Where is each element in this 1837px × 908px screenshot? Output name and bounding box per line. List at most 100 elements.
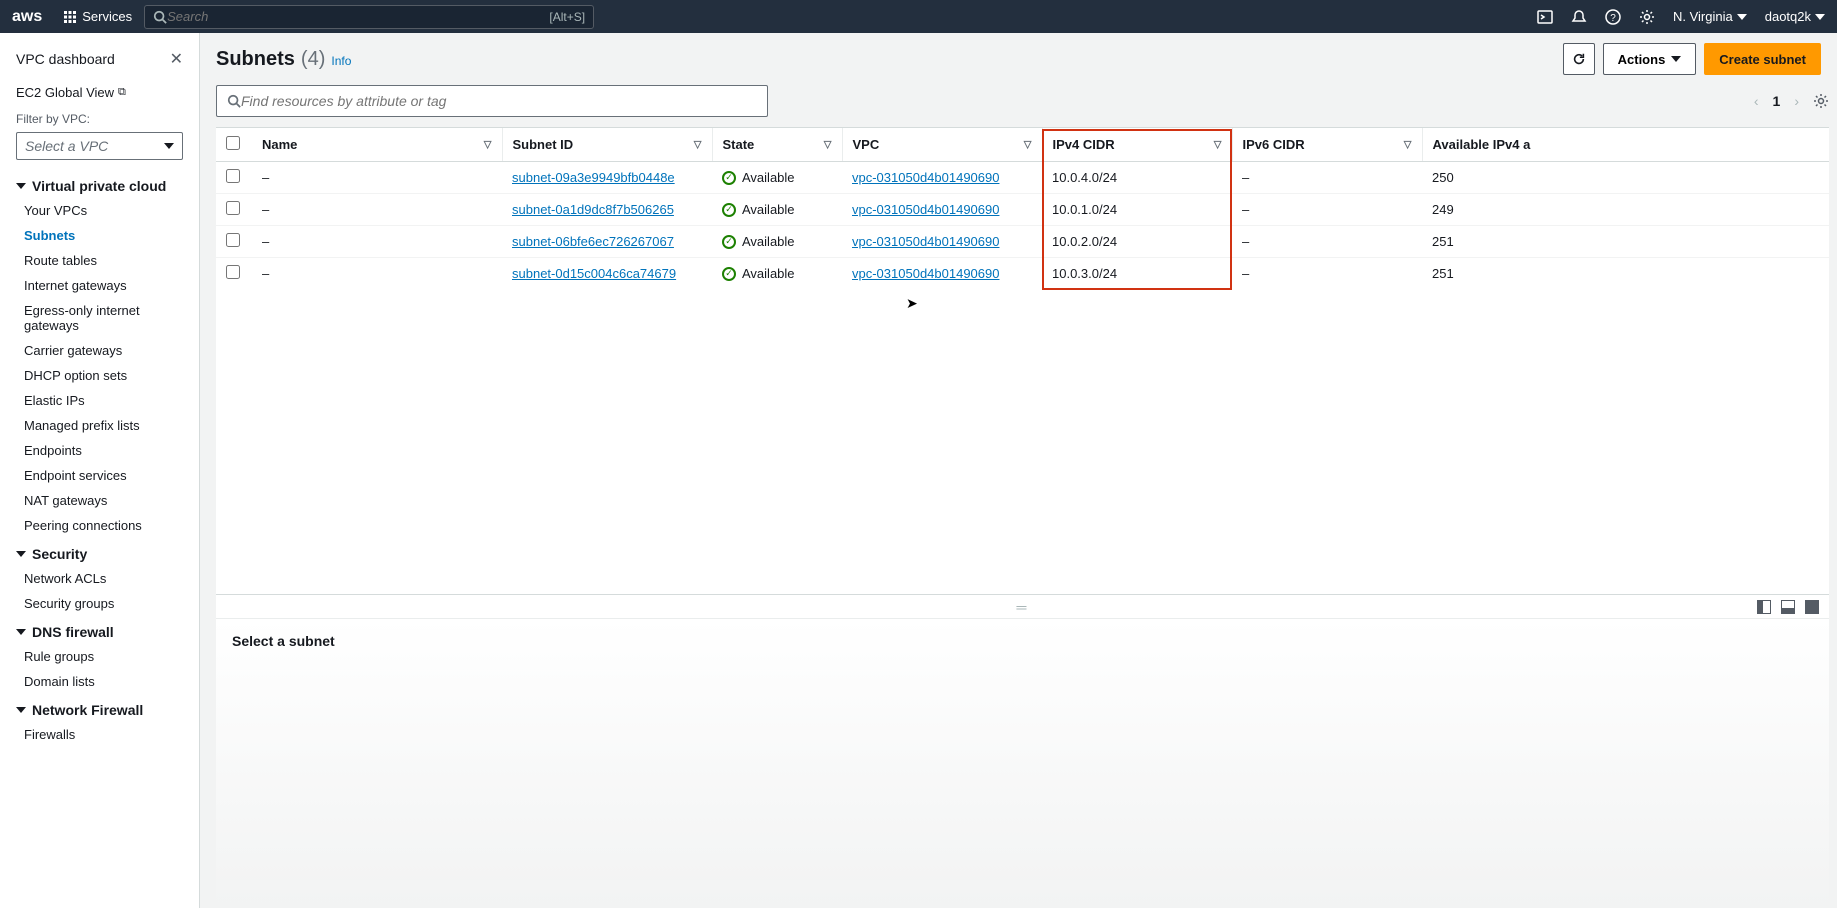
sidebar-item-managed-prefix-lists[interactable]: Managed prefix lists xyxy=(0,413,199,438)
sidebar-item-domain-lists[interactable]: Domain lists xyxy=(0,669,199,694)
col-subnet-id[interactable]: Subnet ID▽ xyxy=(502,128,712,162)
help-icon[interactable]: ? xyxy=(1605,9,1621,25)
search-input[interactable] xyxy=(167,9,549,24)
table-row[interactable]: –subnet-06bfe6ec726267067Availablevpc-03… xyxy=(216,226,1829,258)
sidebar-item-internet-gateways[interactable]: Internet gateways xyxy=(0,273,199,298)
vpc-link[interactable]: vpc-031050d4b01490690 xyxy=(852,202,999,217)
page-number: 1 xyxy=(1773,93,1781,109)
table-row[interactable]: –subnet-0a1d9dc8f7b506265Availablevpc-03… xyxy=(216,194,1829,226)
region-selector[interactable]: N. Virginia xyxy=(1673,9,1747,24)
actions-button[interactable]: Actions xyxy=(1603,43,1697,75)
filter-input-wrap[interactable] xyxy=(216,85,768,117)
sidebar-item-endpoint-services[interactable]: Endpoint services xyxy=(0,463,199,488)
select-all-checkbox[interactable] xyxy=(226,136,240,150)
sort-icon[interactable]: ▽ xyxy=(824,139,832,150)
table-row[interactable]: –subnet-09a3e9949bfb0448eAvailablevpc-03… xyxy=(216,162,1829,194)
cell-available: 250 xyxy=(1422,162,1829,194)
vpc-link[interactable]: vpc-031050d4b01490690 xyxy=(852,234,999,249)
sidebar-item-rule-groups[interactable]: Rule groups xyxy=(0,644,199,669)
close-icon[interactable]: ✕ xyxy=(170,49,183,69)
col-state[interactable]: State▽ xyxy=(712,128,842,162)
chevron-down-icon xyxy=(1737,14,1747,20)
row-checkbox[interactable] xyxy=(226,201,240,215)
sidebar-item-network-acls[interactable]: Network ACLs xyxy=(0,566,199,591)
subnets-count: (4) xyxy=(301,48,325,71)
row-checkbox[interactable] xyxy=(226,169,240,183)
sort-icon[interactable]: ▽ xyxy=(1214,139,1222,150)
row-checkbox[interactable] xyxy=(226,265,240,279)
layout-full-button[interactable] xyxy=(1805,600,1819,614)
sidebar-section-header[interactable]: Virtual private cloud xyxy=(0,170,199,198)
grid-icon xyxy=(64,11,76,23)
cell-ipv6: – xyxy=(1232,226,1422,258)
subnet-id-link[interactable]: subnet-06bfe6ec726267067 xyxy=(512,234,674,249)
refresh-button[interactable] xyxy=(1563,43,1595,75)
subnet-id-link[interactable]: subnet-09a3e9949bfb0448e xyxy=(512,170,675,185)
drag-handle-icon[interactable]: ═ xyxy=(1017,599,1029,615)
notifications-icon[interactable] xyxy=(1571,9,1587,25)
sidebar-item-your-vpcs[interactable]: Your VPCs xyxy=(0,198,199,223)
search-icon xyxy=(227,94,241,108)
detail-resize-bar[interactable]: ═ xyxy=(216,594,1829,618)
cell-ipv4: 10.0.2.0/24 xyxy=(1042,226,1232,258)
table-settings-button[interactable] xyxy=(1813,93,1829,109)
sidebar-item-route-tables[interactable]: Route tables xyxy=(0,248,199,273)
sidebar-item-nat-gateways[interactable]: NAT gateways xyxy=(0,488,199,513)
chevron-down-icon xyxy=(16,183,26,189)
top-nav: aws Services [Alt+S] ? N. Virginia daotq… xyxy=(0,0,1837,33)
status-ok-icon xyxy=(722,267,736,281)
sort-icon[interactable]: ▽ xyxy=(484,139,492,150)
aws-logo[interactable]: aws xyxy=(12,8,42,26)
vpc-filter-select[interactable]: Select a VPC xyxy=(16,132,183,160)
sidebar-section-header[interactable]: DNS firewall xyxy=(0,616,199,644)
sidebar-item-subnets[interactable]: Subnets xyxy=(0,223,199,248)
sidebar-item-endpoints[interactable]: Endpoints xyxy=(0,438,199,463)
col-available-ipv4[interactable]: Available IPv4 a xyxy=(1422,128,1829,162)
actions-label: Actions xyxy=(1618,52,1666,67)
services-menu[interactable]: Services xyxy=(64,9,132,24)
table-row[interactable]: –subnet-0d15c004c6ca74679Availablevpc-03… xyxy=(216,258,1829,290)
vpc-link[interactable]: vpc-031050d4b01490690 xyxy=(852,266,999,281)
col-name[interactable]: Name▽ xyxy=(252,128,502,162)
sidebar-item-elastic-ips[interactable]: Elastic IPs xyxy=(0,388,199,413)
col-ipv4-cidr[interactable]: IPv4 CIDR▽ xyxy=(1042,128,1232,162)
info-link[interactable]: Info xyxy=(331,54,351,68)
layout-side-button[interactable] xyxy=(1757,600,1771,614)
search-shortcut: [Alt+S] xyxy=(549,10,585,24)
user-menu[interactable]: daotq2k xyxy=(1765,9,1825,24)
vpc-link[interactable]: vpc-031050d4b01490690 xyxy=(852,170,999,185)
sort-icon[interactable]: ▽ xyxy=(1024,139,1032,150)
detail-panel: Select a subnet xyxy=(216,618,1829,908)
sort-icon[interactable]: ▽ xyxy=(1404,139,1412,150)
sidebar-dashboard-link[interactable]: VPC dashboard xyxy=(16,51,115,67)
sidebar-item-security-groups[interactable]: Security groups xyxy=(0,591,199,616)
ec2-global-view-link[interactable]: EC2 Global View ⧉ xyxy=(0,79,199,106)
filter-input[interactable] xyxy=(241,93,757,109)
row-checkbox[interactable] xyxy=(226,233,240,247)
sidebar-item-firewalls[interactable]: Firewalls xyxy=(0,722,199,747)
subnet-id-link[interactable]: subnet-0a1d9dc8f7b506265 xyxy=(512,202,674,217)
subnet-id-link[interactable]: subnet-0d15c004c6ca74679 xyxy=(512,266,676,281)
sidebar-section-header[interactable]: Security xyxy=(0,538,199,566)
sidebar-item-dhcp-option-sets[interactable]: DHCP option sets xyxy=(0,363,199,388)
col-ipv6-cidr[interactable]: IPv6 CIDR▽ xyxy=(1232,128,1422,162)
sidebar-item-egress-only-internet-gateways[interactable]: Egress-only internet gateways xyxy=(0,298,199,338)
user-label: daotq2k xyxy=(1765,9,1811,24)
cloudshell-icon[interactable] xyxy=(1537,9,1553,25)
layout-bottom-button[interactable] xyxy=(1781,600,1795,614)
col-vpc[interactable]: VPC▽ xyxy=(842,128,1042,162)
create-subnet-button[interactable]: Create subnet xyxy=(1704,43,1821,75)
prev-page-button[interactable]: ‹ xyxy=(1750,89,1763,113)
cell-available: 251 xyxy=(1422,226,1829,258)
sort-icon[interactable]: ▽ xyxy=(694,139,702,150)
sidebar-section-header[interactable]: Network Firewall xyxy=(0,694,199,722)
sidebar-item-carrier-gateways[interactable]: Carrier gateways xyxy=(0,338,199,363)
search-icon xyxy=(153,10,167,24)
status-ok-icon xyxy=(722,235,736,249)
global-search[interactable]: [Alt+S] xyxy=(144,5,594,29)
status-ok-icon xyxy=(722,203,736,217)
next-page-button[interactable]: › xyxy=(1790,89,1803,113)
filter-by-vpc-label: Filter by VPC: xyxy=(0,106,199,128)
settings-icon[interactable] xyxy=(1639,9,1655,25)
sidebar-item-peering-connections[interactable]: Peering connections xyxy=(0,513,199,538)
